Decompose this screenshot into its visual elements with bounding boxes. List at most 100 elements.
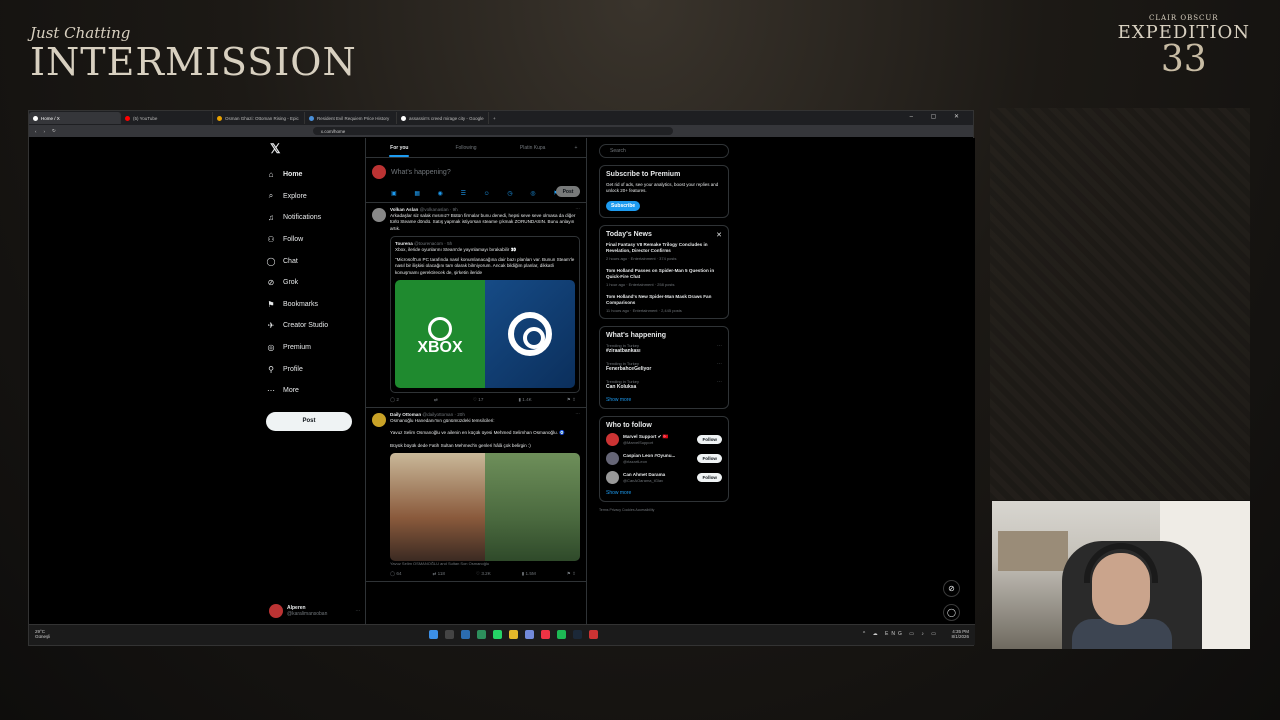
news-title: Today's News: [606, 231, 652, 238]
bookmark-share-buttons[interactable]: ⚑ ⇪: [567, 571, 576, 577]
whatsapp-icon[interactable]: [493, 630, 502, 639]
tweet[interactable]: ⋯ Daily Ottoman @dailyottoman · 20h Osma…: [366, 408, 586, 583]
post-button[interactable]: Post: [266, 411, 352, 431]
search-input[interactable]: Search: [599, 144, 729, 158]
edge-icon[interactable]: [461, 630, 470, 639]
browser-tab[interactable]: Resident Evil Requiem Price History: [305, 112, 397, 124]
nav-chat[interactable]: ◯ Chat: [266, 250, 366, 272]
clock[interactable]: 4:35 PM 8/1/2026: [951, 629, 969, 639]
bookmark-share-buttons[interactable]: ⚑ ⇪: [567, 397, 576, 403]
follow-suggestion[interactable]: Can Ahmet Darama @CanAOarama_tGlav Follow: [606, 471, 722, 484]
start-icon[interactable]: [429, 630, 438, 639]
nav-bookmarks[interactable]: ⚑ Bookmarks: [266, 294, 366, 316]
browser-tab[interactable]: (5) YouTube: [121, 112, 213, 124]
repost-button[interactable]: ⇄: [434, 397, 438, 403]
nav-premium[interactable]: ◎ Premium: [266, 337, 366, 359]
trend-item[interactable]: Trending in Turkey Can Koluksa ⋯: [606, 379, 722, 390]
system-tray-icons[interactable]: ^ ☁ ENG ▭ ♪ ▭: [863, 631, 939, 637]
quoted-tweet[interactable]: Tourena @tourenacom · 5h Xbox, ileride o…: [390, 235, 580, 393]
compose-toolbar-icons[interactable]: ▣ ▦ ◉ ☰ ☺ ◷ ◎ ⚑: [391, 190, 567, 197]
nav-explore[interactable]: ⌕ Explore: [266, 186, 366, 208]
left-nav: 𝕏 ⌂ Home ⌕ Explore ♫ Notifications ⚇ Follow …: [266, 138, 366, 431]
brave-icon[interactable]: [541, 630, 550, 639]
window-controls[interactable]: – ▢ ✕: [910, 113, 967, 120]
repost-button[interactable]: ⇄ 118: [433, 571, 445, 577]
nav-label: Profile: [283, 365, 303, 373]
nav-notifications[interactable]: ♫ Notifications: [266, 207, 366, 229]
follow-button[interactable]: Follow: [697, 435, 722, 444]
stream-title: INTERMISSION: [30, 40, 357, 84]
spotify-icon[interactable]: [557, 630, 566, 639]
quote-media[interactable]: XBOX: [395, 279, 575, 388]
more-icon[interactable]: ⋯: [575, 411, 580, 417]
steam-icon[interactable]: [573, 630, 582, 639]
quote-text: "Microsoft'un PC tarafında nasıl konumla…: [395, 257, 575, 275]
reply-button[interactable]: ◯ 2: [390, 397, 399, 403]
grok-fab-icon[interactable]: ⊘: [943, 580, 960, 597]
todays-news-card: ✕ Today's News Final Fantasy VII Remake …: [599, 225, 729, 319]
follow-button[interactable]: Follow: [697, 454, 722, 463]
reply-button[interactable]: ◯ 64: [390, 571, 402, 577]
trend-item[interactable]: Trending in Turkey FenerbahceGeliyor ⋯: [606, 361, 722, 372]
news-meta: 11 hours ago · Entertainment · 2,445 pos…: [606, 308, 682, 313]
compose-input[interactable]: What's happening?: [391, 169, 451, 176]
show-more-link[interactable]: Show more: [606, 490, 722, 496]
account-switcher[interactable]: Alperen @karalimansoban ⋯: [269, 604, 360, 618]
tweet-author: Volkan Aslan: [390, 207, 419, 212]
follow-suggestion[interactable]: Caspian Leon #Oyunu... @rlazartLeon Follow: [606, 452, 722, 465]
subscribe-button[interactable]: Subscribe: [606, 201, 641, 211]
nav-home[interactable]: ⌂ Home: [266, 164, 366, 186]
show-more-link[interactable]: Show more: [606, 397, 722, 403]
tweet[interactable]: ⋯ Volkan Aslan @volkanaslan · 9h Arkadaş…: [366, 203, 586, 409]
browser-tab[interactable]: assassin's creed mirage city - Google: [397, 112, 489, 124]
tweet-photos[interactable]: [390, 452, 580, 561]
trend-item[interactable]: Trending in Turkey #ziraatbankası ⋯: [606, 343, 722, 354]
add-tab-icon[interactable]: +: [566, 138, 586, 157]
nav-more[interactable]: ⋯ More: [266, 380, 366, 402]
nav-creator-studio[interactable]: ✈ Creator Studio: [266, 315, 366, 337]
messages-fab-icon[interactable]: ◯: [943, 604, 960, 621]
app-icon[interactable]: [589, 630, 598, 639]
nav-profile[interactable]: ⚲ Profile: [266, 358, 366, 380]
news-item[interactable]: Final Fantasy VII Remake Trilogy Conclud…: [606, 242, 722, 261]
premium-title: Subscribe to Premium: [606, 171, 681, 178]
close-icon[interactable]: ✕: [716, 231, 722, 239]
weather-widget[interactable]: 29°C Güneşli: [35, 629, 50, 639]
more-icon[interactable]: ⋯: [575, 206, 580, 212]
app-icon[interactable]: [477, 630, 486, 639]
follow-suggestion[interactable]: Marvel Support ✔ 🇹🇷 @MarvelSupport Follow: [606, 433, 722, 446]
browser-tab[interactable]: Home / X: [29, 112, 121, 124]
news-item[interactable]: Tom Holland's New Spider-Man Mask Draws …: [606, 294, 722, 313]
like-button[interactable]: ♡ 3.2K: [476, 571, 491, 577]
account-handle: @karalimansoban: [287, 611, 328, 617]
forward-icon[interactable]: ›: [44, 129, 46, 134]
folder-icon[interactable]: [509, 630, 518, 639]
add-person-icon: ⚇: [267, 235, 275, 245]
tab-for-you[interactable]: For you: [366, 138, 433, 157]
news-item[interactable]: Tom Holland Passes on Spider-Man 5 Quest…: [606, 268, 722, 287]
new-tab-button[interactable]: +: [489, 112, 503, 124]
tweet-author: Daily Ottoman: [390, 412, 422, 418]
views-button[interactable]: ▮ 1.5M: [522, 571, 536, 577]
browser-tab[interactable]: Osman Ghazi: Ottoman Rising - Epic: [213, 112, 305, 124]
more-icon[interactable]: ⋯: [717, 379, 722, 385]
nav-grok[interactable]: ⊘ Grok: [266, 272, 366, 294]
compose-post-button[interactable]: Post: [556, 186, 580, 197]
sidebar-footer[interactable]: Terms Privacy Cookies Accessibility: [599, 508, 729, 512]
nav-label: Chat: [283, 257, 298, 265]
more-icon[interactable]: ⋯: [717, 361, 722, 367]
search-icon[interactable]: [445, 630, 454, 639]
nav-follow[interactable]: ⚇ Follow: [266, 229, 366, 251]
like-button[interactable]: ♡ 17: [473, 397, 484, 403]
right-sidebar: Search Subscribe to Premium Get rid of a…: [599, 138, 729, 512]
x-logo-icon[interactable]: 𝕏: [270, 141, 366, 157]
more-icon[interactable]: ⋯: [717, 343, 722, 349]
tab-following[interactable]: Following: [433, 138, 500, 157]
url-field[interactable]: x.com/home: [312, 127, 673, 135]
follow-button[interactable]: Follow: [697, 473, 722, 482]
reload-icon[interactable]: ↻: [52, 128, 56, 134]
back-icon[interactable]: ‹: [35, 129, 37, 134]
discord-icon[interactable]: [525, 630, 534, 639]
views-button[interactable]: ▮ 1.4K: [518, 397, 531, 403]
tab-platin-kupa[interactable]: Platin Kupa: [499, 138, 566, 157]
